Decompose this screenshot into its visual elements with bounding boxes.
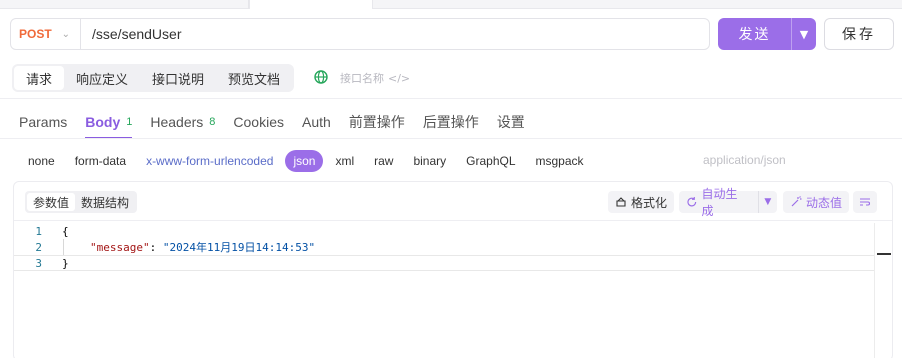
url-input[interactable]: /sse/sendUser — [81, 26, 181, 42]
method-label: POST — [19, 27, 52, 41]
tab-param-values[interactable]: 参数值 — [27, 193, 76, 211]
cursor-marker — [877, 253, 891, 255]
tab-response-definition[interactable]: 响应定义 — [64, 66, 140, 90]
auto-generate-button[interactable]: 自动生成 ▼ — [679, 187, 777, 218]
tab-cookies[interactable]: Cookies — [233, 106, 284, 138]
body-type-graphql[interactable]: GraphQL — [458, 150, 523, 172]
tab-headers[interactable]: Headers 8 — [150, 106, 215, 138]
divider — [14, 220, 892, 221]
code-icon: </> — [388, 71, 411, 85]
body-type-form-data[interactable]: form-data — [67, 150, 134, 172]
line-number: 1 — [35, 224, 42, 238]
send-button-group: 发送 ▼ — [718, 18, 816, 50]
editor-scrollbar[interactable] — [874, 223, 891, 358]
content-type-label: application/json — [703, 153, 786, 167]
dynamic-value-label: 动态值 — [806, 195, 843, 210]
window-tab-active[interactable] — [249, 0, 373, 9]
json-key: "message" — [90, 241, 150, 254]
globe-icon[interactable] — [314, 70, 328, 84]
tab-count-badge: 1 — [126, 116, 133, 128]
dynamic-value-button[interactable]: 动态值 — [783, 191, 850, 213]
tab-settings[interactable]: 设置 — [497, 106, 525, 138]
magic-wand-icon — [791, 196, 802, 207]
line-number: 2 — [35, 240, 42, 254]
code-line-current: 3 } — [14, 255, 874, 271]
format-label: 格式化 — [631, 195, 668, 210]
code-line: 2 "message": "2024年11月19日14:14:53" — [14, 239, 874, 255]
wrap-toggle-button[interactable] — [853, 191, 877, 213]
chevron-down-icon: ▼ — [799, 27, 809, 41]
chevron-down-icon[interactable]: ▼ — [757, 191, 777, 213]
json-colon: : — [149, 241, 163, 254]
json-code-editor[interactable]: 1 { 2 "message": "2024年11月19日14:14:53" 3… — [14, 223, 874, 271]
url-bar: POST ⌄ /sse/sendUser — [10, 18, 710, 50]
send-button[interactable]: 发送 — [718, 18, 792, 50]
tab-label: Params — [19, 114, 68, 130]
body-sub-tabs: 参数值 数据结构 — [25, 191, 138, 213]
tab-data-schema[interactable]: 数据结构 — [75, 193, 135, 211]
body-type-json[interactable]: json — [285, 150, 324, 172]
body-type-xml[interactable]: xml — [327, 150, 362, 172]
tab-params[interactable]: Params — [19, 106, 67, 138]
auto-generate-label: 自动生成 — [701, 187, 738, 218]
tab-label: Body — [85, 114, 121, 130]
tab-label: 前置操作 — [348, 114, 405, 130]
api-name-placeholder: 接口名称 — [340, 72, 384, 85]
send-dropdown-button[interactable]: ▼ — [792, 18, 816, 50]
body-type-msgpack[interactable]: msgpack — [528, 150, 592, 172]
line-number: 3 — [35, 256, 42, 270]
format-button[interactable]: 格式化 — [608, 191, 675, 213]
body-type-none[interactable]: none — [20, 150, 63, 172]
divider — [0, 98, 902, 99]
divider — [0, 138, 902, 139]
method-select[interactable]: POST ⌄ — [11, 19, 81, 49]
code-text: } — [62, 256, 69, 270]
save-button[interactable]: 保存 — [824, 18, 894, 50]
tab-label: 设置 — [496, 114, 525, 130]
chevron-down-icon: ⌄ — [61, 28, 71, 40]
code-text: "message": "2024年11月19日14:14:53" — [42, 239, 315, 255]
tab-auth[interactable]: Auth — [302, 106, 331, 138]
format-icon — [616, 197, 626, 207]
api-name-field[interactable]: 接口名称 </> — [340, 70, 410, 86]
tab-label: Headers — [150, 114, 204, 130]
tab-count-badge: 8 — [209, 116, 216, 128]
wrap-icon — [860, 198, 870, 206]
tab-pre-processors[interactable]: 前置操作 — [349, 106, 405, 138]
tab-label: Cookies — [233, 114, 284, 130]
tab-label: Auth — [302, 114, 331, 130]
tab-label: 后置操作 — [422, 114, 479, 130]
window-tab[interactable] — [0, 0, 249, 9]
body-type-selector: none form-data x-www-form-urlencoded jso… — [20, 150, 596, 172]
mode-tabs: 请求 响应定义 接口说明 预览文档 — [12, 64, 295, 92]
body-type-urlencoded[interactable]: x-www-form-urlencoded — [138, 150, 281, 172]
json-value: "2024年11月19日14:14:53" — [162, 241, 316, 254]
tab-post-processors[interactable]: 后置操作 — [423, 106, 479, 138]
tab-request[interactable]: 请求 — [14, 66, 65, 90]
tab-body[interactable]: Body 1 — [85, 106, 133, 139]
tab-preview-doc[interactable]: 预览文档 — [216, 66, 292, 90]
window-tab-strip — [0, 0, 902, 9]
tab-api-description[interactable]: 接口说明 — [140, 66, 216, 90]
indent-guide — [63, 239, 64, 255]
request-tabs: Params Body 1 Headers 8 Cookies Auth 前置操作 … — [19, 106, 543, 139]
body-type-binary[interactable]: binary — [405, 150, 454, 172]
code-text: { — [62, 224, 69, 238]
body-type-raw[interactable]: raw — [366, 150, 401, 172]
refresh-icon — [687, 196, 697, 207]
code-line: 1 { — [14, 223, 874, 239]
